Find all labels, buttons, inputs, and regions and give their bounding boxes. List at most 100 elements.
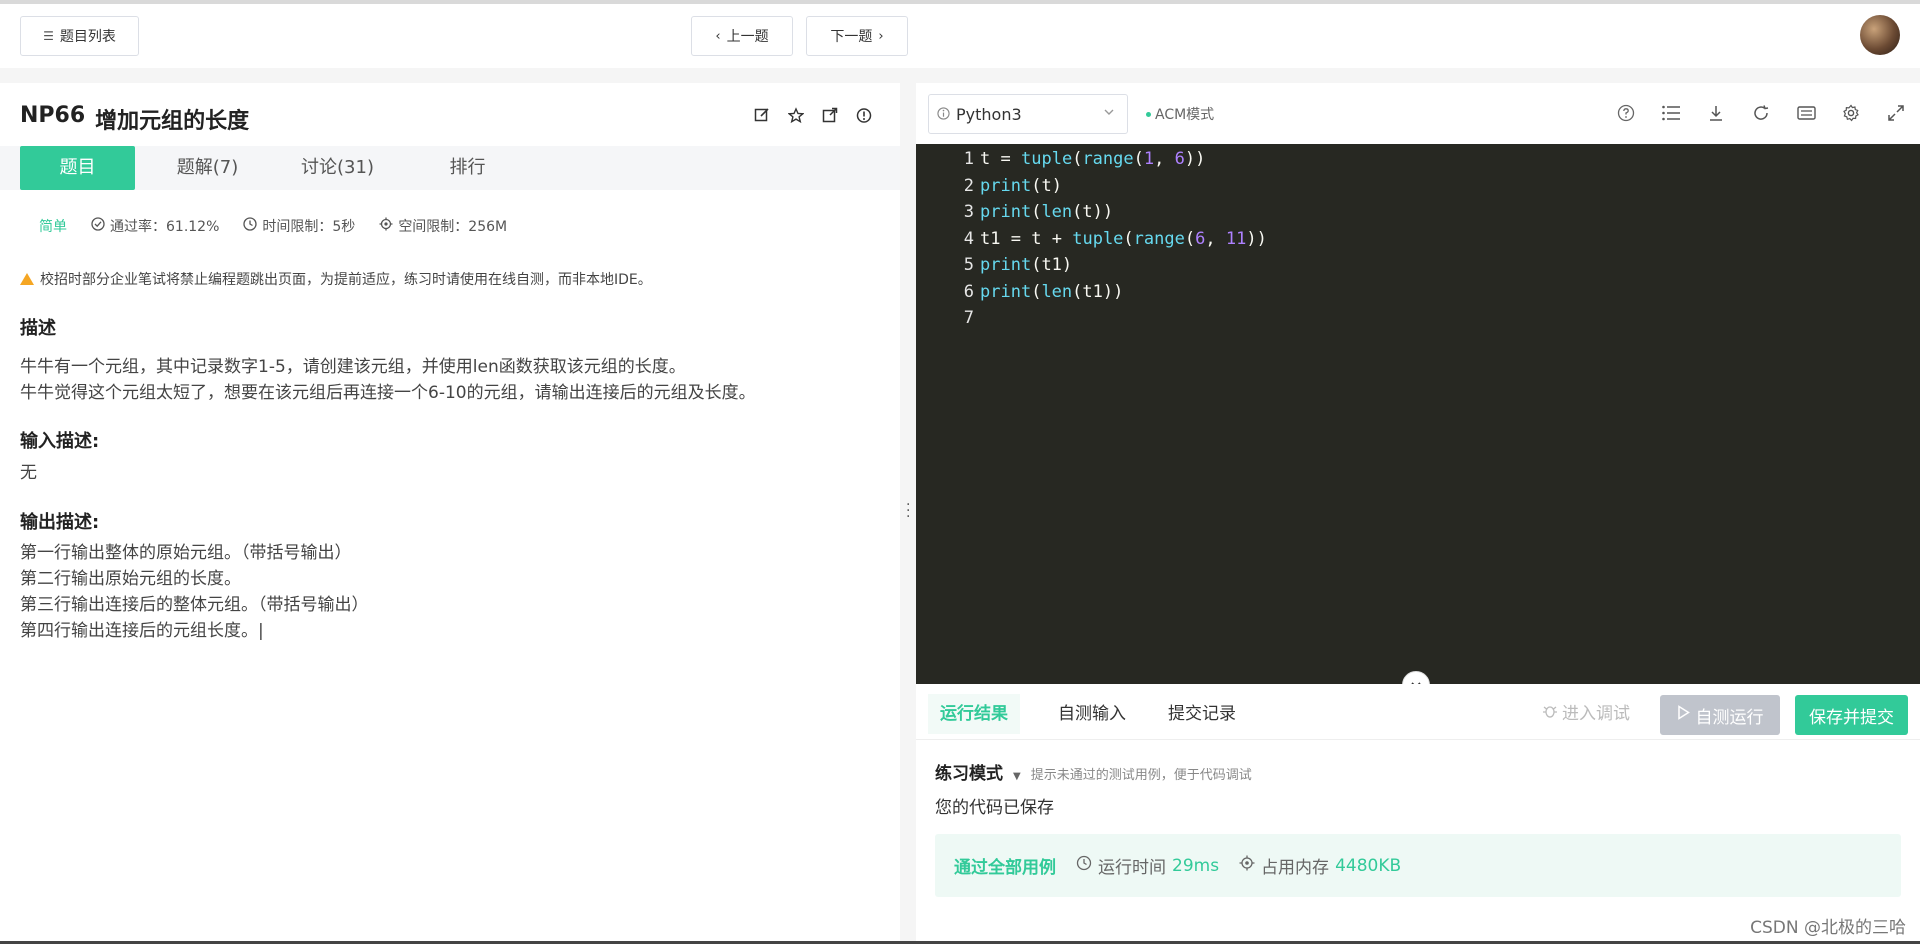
report-icon[interactable] <box>856 107 872 123</box>
pass-status: 通过全部用例 <box>954 858 1056 878</box>
warning-icon <box>20 273 34 285</box>
code-line[interactable]: 1 t = tuple(range(1, 6)) <box>916 146 1206 172</box>
edit-icon[interactable] <box>754 107 770 123</box>
difficulty-badge: 简单 <box>39 219 67 235</box>
code-text: print(len(t)) <box>980 202 1114 222</box>
code-editor[interactable]: 1 t = tuple(range(1, 6)) 2 print(t) 3 print(l… <box>916 144 1920 684</box>
info-icon <box>937 105 950 124</box>
language-select[interactable]: Python3 <box>928 94 1128 134</box>
prev-problem-label: 上一题 <box>726 29 769 45</box>
download-icon[interactable] <box>1706 103 1726 123</box>
clock-icon <box>243 217 258 235</box>
console-tabs: 运行结果 自测输入 提交记录 进入调试 自测运行 保存并提交 <box>916 684 1920 740</box>
code-line[interactable]: 3 print(len(t)) <box>916 199 1113 225</box>
input-heading: 输入描述: <box>20 431 100 452</box>
output-line: 第二行输出原始元组的长度。 <box>20 569 241 589</box>
code-text: print(t1) <box>980 255 1073 275</box>
star-icon[interactable] <box>788 106 804 123</box>
next-problem-label: 下一题 <box>830 29 873 45</box>
line-number: 3 <box>963 202 974 222</box>
code-line[interactable]: 6 print(len(t1)) <box>916 279 1124 305</box>
output-heading: 输出描述: <box>20 512 100 533</box>
saved-message: 您的代码已保存 <box>935 798 1054 818</box>
editor-panel: Python3 ACM模式 1 t = tuple(range(1, 6)) 2… <box>916 83 1920 944</box>
gear-icon[interactable] <box>1841 103 1861 123</box>
next-problem-button[interactable]: 下一题 › <box>806 16 908 56</box>
code-text: t1 = t + tuple(range(6, 11)) <box>980 228 1267 249</box>
prev-problem-button[interactable]: ‹ 上一题 <box>691 16 793 56</box>
editor-tools <box>1616 103 1906 123</box>
caret-down-icon[interactable]: ▼ <box>1013 771 1021 782</box>
code-text: print(t) <box>980 175 1062 196</box>
description-line: 牛牛有一个元组，其中记录数字1-5，请创建该元组，并使用len函数获取该元组的长… <box>20 357 686 377</box>
chip-icon <box>379 217 393 235</box>
help-icon[interactable] <box>1616 103 1636 123</box>
code-text: t = tuple(range(1, 6)) <box>980 149 1206 169</box>
check-circle-icon <box>91 217 105 235</box>
time-limit: 时间限制：5秒 <box>243 216 355 236</box>
chevron-left-icon: ‹ <box>715 28 721 44</box>
play-icon <box>1677 705 1690 725</box>
ide-notice: 校招时部分企业笔试将禁止编程题跳出页面，为提前适应，练习时请使用在线自测，而非本… <box>20 269 652 289</box>
refresh-icon[interactable] <box>1751 103 1771 123</box>
problem-name: 增加元组的长度 <box>95 109 250 134</box>
line-number: 1 <box>963 149 974 169</box>
memory-value: 4480KB <box>1335 855 1402 876</box>
watermark: CSDN @北极的三哈 <box>1750 918 1906 938</box>
debug-button[interactable]: 进入调试 <box>1542 694 1630 734</box>
pass-rate: 通过率：61.12% <box>91 216 219 236</box>
save-submit-button[interactable]: 保存并提交 <box>1795 695 1908 735</box>
tab-solutions[interactable]: 题解(7) <box>135 146 280 190</box>
avatar[interactable] <box>1860 15 1900 55</box>
input-text: 无 <box>20 463 37 483</box>
editor-toolbar: Python3 ACM模式 <box>916 83 1920 144</box>
self-test-run-button[interactable]: 自测运行 <box>1660 695 1780 735</box>
acm-mode-label: ACM模式 <box>1155 107 1215 123</box>
runtime-stat: 运行时间 29ms <box>1076 853 1219 878</box>
runtime-label: 运行时间 <box>1098 858 1166 878</box>
chevron-right-icon: › <box>878 28 884 44</box>
acm-mode[interactable]: ACM模式 <box>1146 104 1214 124</box>
code-line[interactable]: 2 print(t) <box>916 173 1062 199</box>
top-bar: ☰ 题目列表 ‹ 上一题 下一题 › <box>0 0 1920 68</box>
pass-rate-text: 通过率：61.12% <box>110 219 220 235</box>
line-number: 6 <box>963 281 974 302</box>
problem-list-button[interactable]: ☰ 题目列表 <box>20 16 139 56</box>
code-line[interactable]: 7 <box>916 305 980 331</box>
tab-run-result[interactable]: 运行结果 <box>928 694 1020 734</box>
line-number: 2 <box>963 175 974 196</box>
problem-actions <box>754 106 872 123</box>
runtime-value: 29ms <box>1172 855 1220 876</box>
list-icon: ☰ <box>43 29 54 43</box>
fullscreen-icon[interactable] <box>1886 103 1906 123</box>
tab-problem[interactable]: 题目 <box>20 146 135 190</box>
tab-discussion[interactable]: 讨论(31) <box>280 146 395 190</box>
line-number: 4 <box>963 228 974 249</box>
result-summary: 通过全部用例 运行时间 29ms 占用内存 4480KB <box>935 834 1901 897</box>
list-view-icon[interactable] <box>1661 103 1681 123</box>
time-limit-text: 时间限制：5秒 <box>262 219 356 235</box>
line-number: 5 <box>963 255 974 275</box>
code-line[interactable]: 4 t1 = t + tuple(range(6, 11)) <box>916 226 1267 252</box>
problem-meta: 简单 通过率：61.12% 时间限制：5秒 空间限制：256M <box>39 216 507 236</box>
chip-icon <box>1239 855 1255 876</box>
output-line: 第三行输出连接后的整体元组。（带括号输出） <box>20 595 369 615</box>
tab-submissions[interactable]: 提交记录 <box>1156 694 1248 734</box>
language-value: Python3 <box>956 104 1022 124</box>
output-line: 第一行输出整体的原始元组。（带括号输出） <box>20 543 352 563</box>
memory-label: 占用内存 <box>1261 858 1330 878</box>
output-line: 第四行输出连接后的元组长度。| <box>20 621 264 641</box>
keyboard-icon[interactable] <box>1796 103 1816 123</box>
drag-handle-icon[interactable]: · · · <box>906 498 910 524</box>
space-limit-text: 空间限制：256M <box>398 219 508 235</box>
practice-mode-select[interactable]: 练习模式 <box>935 759 1003 784</box>
notice-text: 校招时部分企业笔试将禁止编程题跳出页面，为提前适应，练习时请使用在线自测，而非本… <box>40 272 652 288</box>
tab-custom-input[interactable]: 自测输入 <box>1046 694 1138 734</box>
code-line[interactable]: 5 print(t1) <box>916 252 1072 278</box>
description-text: 牛牛有一个元组，其中记录数字1-5，请创建该元组，并使用len函数获取该元组的长… <box>20 354 756 406</box>
problem-id: NP66 <box>20 103 86 128</box>
space-limit: 空间限制：256M <box>379 216 507 236</box>
external-link-icon[interactable] <box>822 107 838 123</box>
tab-ranking[interactable]: 排行 <box>395 146 540 190</box>
line-number: 7 <box>963 308 974 328</box>
